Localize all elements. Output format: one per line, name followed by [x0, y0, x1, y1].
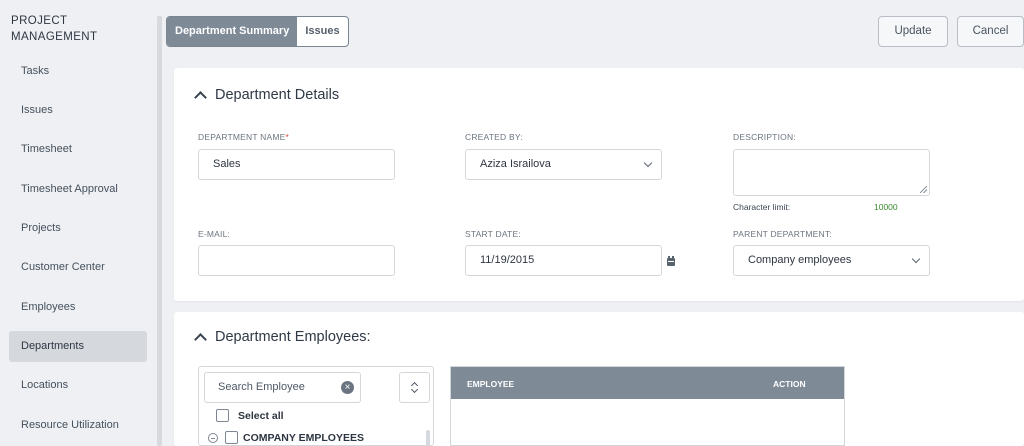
- column-employee: EMPLOYEE: [467, 379, 515, 389]
- employee-picker: Search Employee × Select all COMPANY EMP…: [198, 366, 434, 446]
- sidebar-item-timesheet[interactable]: Timesheet: [9, 134, 147, 165]
- sidebar-title-line2: MANAGEMENT: [11, 31, 98, 43]
- tab-department-summary[interactable]: Department Summary: [167, 17, 298, 46]
- sidebar-item-timesheet-approval[interactable]: Timesheet Approval: [9, 174, 147, 205]
- department-employees-header[interactable]: Department Employees:: [194, 329, 371, 346]
- calendar-icon[interactable]: [667, 256, 675, 266]
- tab-issues[interactable]: Issues: [297, 17, 347, 46]
- sidebar-item-customer-center[interactable]: Customer Center: [9, 252, 147, 283]
- description-field[interactable]: [733, 149, 930, 196]
- sidebar-item-resource-utilization[interactable]: Resource Utilization: [9, 410, 147, 441]
- department-details-card: Department Details DEPARTMENT NAME* Sale…: [174, 68, 1024, 301]
- sidebar: PROJECT MANAGEMENT Tasks Issues Timeshee…: [0, 0, 156, 446]
- sidebar-title-line1: PROJECT: [11, 15, 68, 27]
- tab-bar: Department Summary Issues: [166, 16, 349, 47]
- select-all-checkbox[interactable]: [216, 409, 229, 422]
- sidebar-item-issues[interactable]: Issues: [9, 95, 147, 126]
- email-label: E-MAIL:: [198, 229, 231, 239]
- sidebar-item-locations[interactable]: Locations: [9, 370, 147, 401]
- chevron-up-icon: [194, 90, 207, 104]
- sort-down-icon: [410, 385, 419, 394]
- group-checkbox[interactable]: [225, 431, 238, 444]
- column-action: ACTION: [773, 379, 806, 389]
- chevron-down-icon: [643, 158, 653, 168]
- chevron-up-icon: [194, 332, 207, 346]
- department-name-field[interactable]: Sales: [198, 149, 395, 180]
- parent-department-select[interactable]: Company employees: [733, 245, 930, 276]
- required-mark: *: [285, 132, 290, 142]
- parent-department-label: PARENT DEPARTMENT:: [733, 229, 832, 239]
- update-button[interactable]: Update: [878, 16, 948, 47]
- table-header: EMPLOYEE ACTION: [451, 367, 844, 399]
- chevron-down-icon: [911, 254, 921, 264]
- sort-button[interactable]: [399, 372, 430, 403]
- select-all-label: Select all: [238, 410, 284, 422]
- collapse-icon[interactable]: [208, 433, 218, 443]
- search-employee-input[interactable]: Search Employee ×: [204, 372, 361, 403]
- created-by-label: CREATED BY:: [465, 132, 523, 142]
- sidebar-item-tasks[interactable]: Tasks: [9, 56, 147, 87]
- department-employees-card: Department Employees: Search Employee × …: [174, 312, 1024, 446]
- sidebar-scrollbar[interactable]: [157, 16, 162, 446]
- department-details-header[interactable]: Department Details: [194, 87, 340, 104]
- sidebar-title: PROJECT MANAGEMENT: [11, 13, 97, 45]
- character-limit-value: 10000: [874, 202, 898, 212]
- email-field[interactable]: [198, 245, 395, 276]
- group-label: COMPANY EMPLOYEES: [243, 432, 364, 444]
- sidebar-item-departments[interactable]: Departments: [9, 331, 147, 362]
- employees-table: EMPLOYEE ACTION: [450, 366, 845, 446]
- parent-department-value: Company employees: [748, 254, 852, 266]
- picker-scrollbar[interactable]: [426, 430, 430, 445]
- department-name-label-text: DEPARTMENT NAME: [198, 132, 286, 142]
- section-title: Department Details: [215, 87, 340, 103]
- resize-handle-icon[interactable]: [920, 186, 927, 193]
- section-title: Department Employees:: [215, 329, 371, 345]
- search-placeholder: Search Employee: [218, 381, 305, 393]
- cancel-button[interactable]: Cancel: [957, 16, 1024, 47]
- created-by-value: Aziza Israilova: [480, 158, 551, 170]
- created-by-select[interactable]: Aziza Israilova: [465, 149, 662, 180]
- start-date-field[interactable]: 11/19/2015: [465, 245, 662, 276]
- clear-icon[interactable]: ×: [341, 381, 354, 394]
- sidebar-item-projects[interactable]: Projects: [9, 213, 147, 244]
- department-name-label: DEPARTMENT NAME*: [198, 132, 289, 142]
- character-limit-label: Character limit:: [733, 202, 791, 212]
- start-date-label: START DATE:: [465, 229, 521, 239]
- sidebar-item-employees[interactable]: Employees: [9, 292, 147, 323]
- description-label: DESCRIPTION:: [733, 132, 796, 142]
